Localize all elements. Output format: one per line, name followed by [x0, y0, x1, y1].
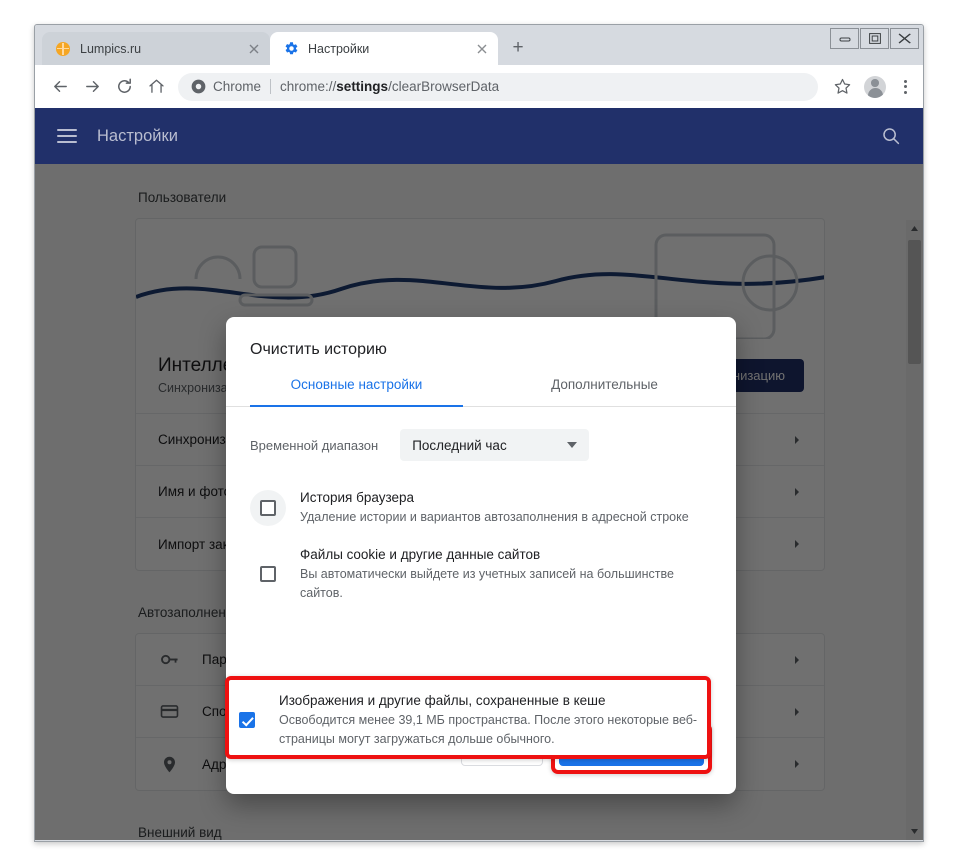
- tab-close-icon[interactable]: [246, 41, 262, 57]
- scrollbar-down-arrow-icon[interactable]: [906, 823, 923, 840]
- checkbox-holder[interactable]: [229, 702, 265, 738]
- hamburger-icon[interactable]: [57, 129, 77, 143]
- browser-tab-settings[interactable]: Настройки: [270, 32, 498, 65]
- omnibox-divider: [270, 79, 272, 94]
- checkbox-item-browsing-history[interactable]: История браузера Удаление истории и вари…: [250, 479, 712, 536]
- tab-title: Lumpics.ru: [80, 41, 142, 56]
- avatar[interactable]: [864, 75, 886, 98]
- browser-toolbar: Chrome chrome://settings/clearBrowserDat…: [35, 65, 923, 108]
- time-range-value: Последний час: [412, 437, 507, 453]
- star-icon[interactable]: [827, 72, 857, 102]
- browser-window: Lumpics.ru Настройки + Chrome chrome://s…: [34, 24, 924, 842]
- checkbox-title: Файлы cookie и другие данные сайтов: [300, 547, 541, 562]
- time-range-row: Временной диапазон Последний час: [250, 429, 712, 461]
- clear-browsing-data-dialog: Очистить историю Основные настройки Допо…: [225, 317, 736, 794]
- chrome-logo-icon: [191, 79, 206, 94]
- tab-title: Настройки: [308, 41, 370, 56]
- minimize-button[interactable]: [830, 28, 859, 49]
- checkbox-description: Освободится менее 39,1 МБ пространства. …: [279, 713, 698, 746]
- page-scrollbar[interactable]: [906, 220, 923, 840]
- checkbox-description: Вы автоматически выйдете из учетных запи…: [300, 567, 674, 600]
- checkbox-title: Изображения и другие файлы, сохраненные …: [279, 693, 606, 708]
- scrollbar-thumb[interactable]: [908, 240, 921, 364]
- time-range-select[interactable]: Последний час: [400, 429, 590, 461]
- chevron-down-icon: [567, 442, 578, 448]
- three-dot-menu-icon[interactable]: [893, 73, 917, 101]
- dialog-body: Временной диапазон Последний час История…: [225, 407, 736, 759]
- checkbox-browsing-history[interactable]: [260, 499, 276, 516]
- checkbox-item-cookies[interactable]: Файлы cookie и другие данные сайтов Вы а…: [250, 536, 712, 612]
- checkbox-holder[interactable]: [250, 489, 286, 526]
- browser-tab-lumpics[interactable]: Lumpics.ru: [42, 32, 270, 65]
- address-bar[interactable]: Chrome chrome://settings/clearBrowserDat…: [178, 72, 818, 101]
- window-controls: [830, 28, 919, 49]
- settings-body: Пользователи: [35, 164, 923, 840]
- cached-files-highlight-box: Изображения и другие файлы, сохраненные …: [225, 676, 711, 759]
- checkbox-item-cached-files[interactable]: Изображения и другие файлы, сохраненные …: [229, 680, 707, 749]
- gear-icon: [283, 41, 299, 57]
- scrollbar-up-arrow-icon[interactable]: [906, 220, 923, 237]
- security-label: Chrome: [213, 79, 262, 94]
- checkbox-description: Удаление истории и вариантов автозаполне…: [300, 510, 689, 524]
- home-icon[interactable]: [141, 72, 171, 102]
- page-viewport: Настройки Пользователи: [35, 108, 923, 840]
- tab-strip: Lumpics.ru Настройки +: [35, 25, 923, 65]
- plus-icon: +: [512, 37, 524, 58]
- address-bar-url: chrome://settings/clearBrowserData: [280, 79, 500, 94]
- checkbox-cached-files[interactable]: [239, 712, 255, 728]
- checkbox-title: История браузера: [300, 490, 415, 505]
- search-icon[interactable]: [881, 126, 901, 146]
- tab-close-icon[interactable]: [474, 41, 490, 57]
- checkbox-holder[interactable]: [250, 556, 286, 592]
- maximize-button[interactable]: [860, 28, 889, 49]
- back-arrow-icon[interactable]: [45, 72, 75, 102]
- reload-icon[interactable]: [109, 72, 139, 102]
- settings-appbar: Настройки: [35, 108, 923, 164]
- close-button[interactable]: [890, 28, 919, 49]
- tab-basic-settings[interactable]: Основные настройки: [250, 377, 463, 407]
- dialog-title: Очистить историю: [250, 341, 387, 358]
- page-title: Настройки: [97, 126, 178, 145]
- forward-arrow-icon[interactable]: [77, 72, 107, 102]
- new-tab-button[interactable]: +: [504, 34, 532, 62]
- tab-advanced-settings[interactable]: Дополнительные: [498, 377, 711, 406]
- checkbox-cookies[interactable]: [260, 566, 276, 582]
- orange-circle-favicon: [55, 41, 71, 57]
- dialog-tabs: Основные настройки Дополнительные: [226, 377, 736, 407]
- time-range-label: Временной диапазон: [250, 437, 379, 453]
